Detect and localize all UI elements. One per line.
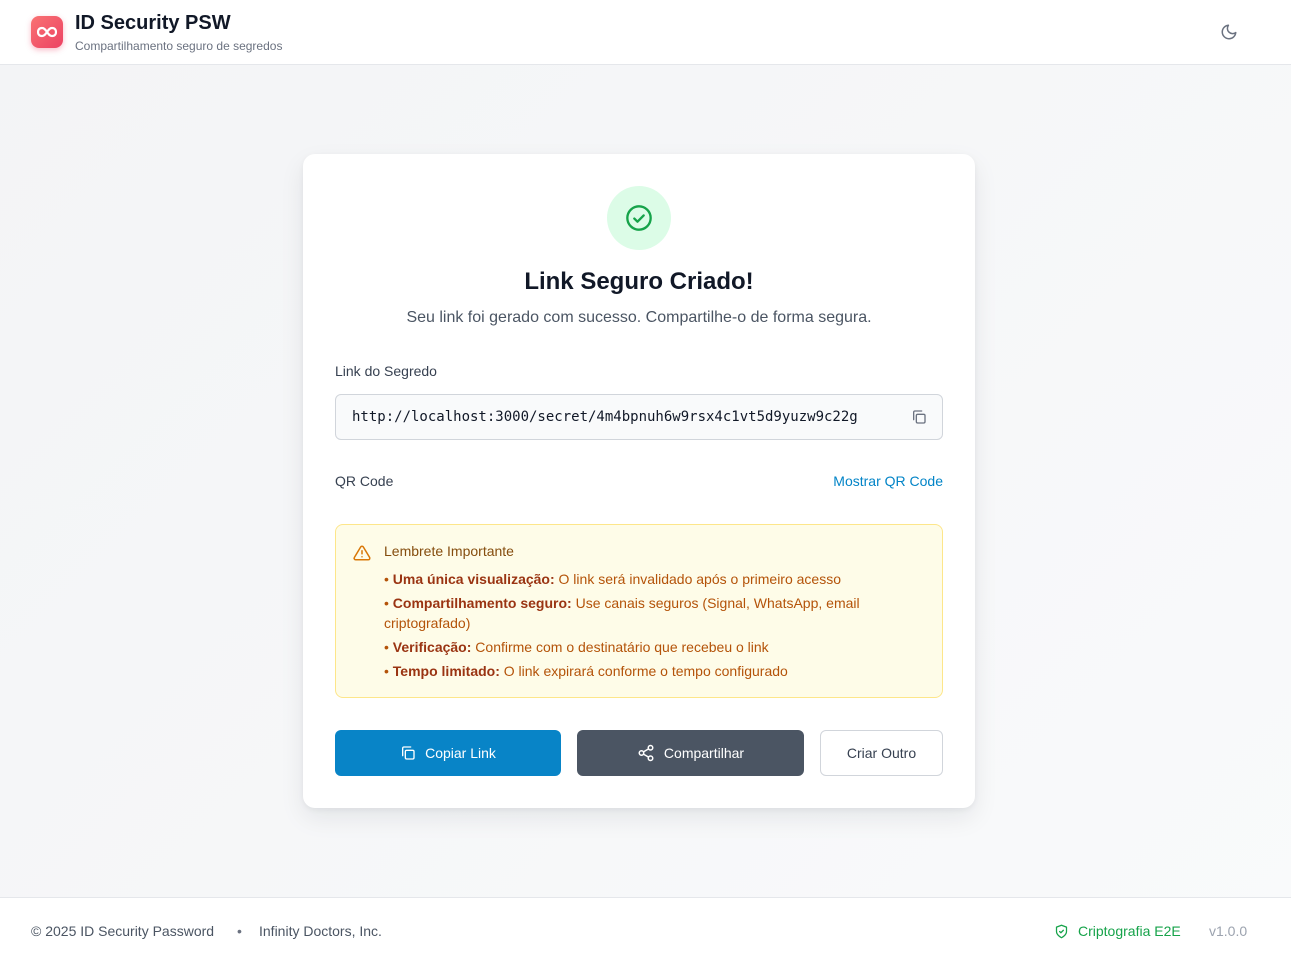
success-card: Link Seguro Criado! Seu link foi gerado … [303, 154, 975, 808]
infinity-icon [37, 26, 57, 38]
copy-icon [400, 745, 416, 761]
reminder-list: • Uma única visualização: O link será in… [384, 569, 924, 685]
list-item: • Compartilhamento seguro: Use canais se… [384, 595, 860, 631]
reminder-title: Lembrete Importante [384, 543, 514, 559]
app-header: ID Security PSW Compartilhamento seguro … [0, 0, 1291, 65]
app-footer: © 2025 ID Security Password • Infinity D… [0, 897, 1291, 965]
create-another-button[interactable]: Criar Outro [820, 730, 943, 776]
footer-separator: • [237, 923, 242, 939]
footer-company: Infinity Doctors, Inc. [259, 923, 382, 939]
create-another-label: Criar Outro [846, 745, 917, 761]
important-reminder: Lembrete Importante • Uma única visualiz… [335, 524, 943, 698]
copy-link-label: Copiar Link [425, 745, 496, 761]
list-item: • Uma única visualização: O link será in… [384, 571, 842, 587]
list-item: • Tempo limitado: O link expirará confor… [384, 663, 788, 679]
app-version: v1.0.0 [1209, 923, 1248, 939]
card-subtitle: Seu link foi gerado com sucesso. Compart… [406, 309, 872, 326]
share-icon [637, 744, 655, 762]
share-label: Compartilhar [663, 745, 745, 761]
secret-link-field [335, 394, 943, 440]
encryption-label: Criptografia E2E [1078, 923, 1181, 939]
moon-icon [1221, 24, 1237, 40]
copy-icon [913, 410, 926, 424]
success-badge [607, 186, 671, 250]
card-title: Link Seguro Criado! [524, 268, 754, 295]
copy-link-inline-button[interactable] [910, 408, 928, 426]
app-title: ID Security PSW [75, 12, 231, 34]
shield-check-icon [1055, 924, 1068, 938]
app-subtitle: Compartilhamento seguro de segredos [75, 39, 283, 53]
show-qr-code-link[interactable]: Mostrar QR Code [833, 473, 943, 489]
theme-toggle-button[interactable] [1213, 16, 1245, 48]
warning-icon [353, 545, 371, 561]
app-logo [31, 16, 63, 48]
footer-copyright: © 2025 ID Security Password [31, 923, 215, 939]
secret-link-input[interactable] [352, 395, 900, 439]
list-item: • Verificação: Confirme com o destinatár… [384, 639, 769, 655]
encryption-badge: Criptografia E2E [1054, 923, 1181, 939]
check-circle-icon [626, 205, 652, 231]
qr-code-label: QR Code [335, 473, 394, 489]
copy-link-button[interactable]: Copiar Link [335, 730, 561, 776]
share-button[interactable]: Compartilhar [577, 730, 804, 776]
link-label: Link do Segredo [335, 363, 437, 379]
